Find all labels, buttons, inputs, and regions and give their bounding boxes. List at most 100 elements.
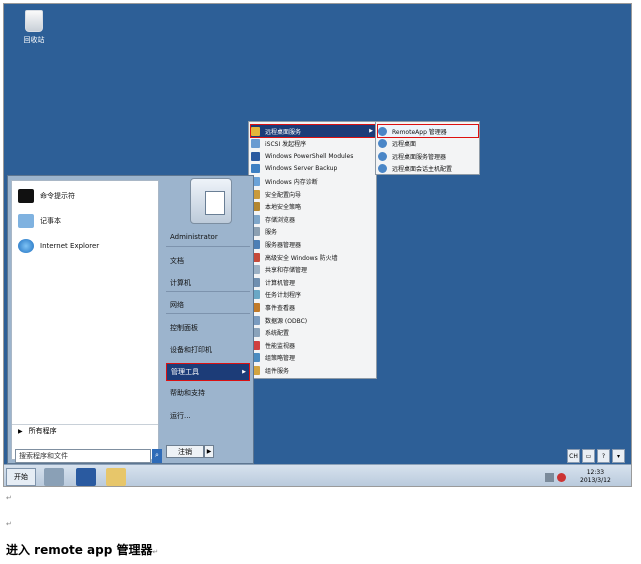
start-right-label: Administrator (170, 233, 218, 241)
start-right-label: 控制面板 (170, 324, 198, 332)
alert-icon[interactable] (557, 472, 566, 482)
paragraph-mark: ↵ (6, 520, 12, 528)
admin-tools-item[interactable]: 高级安全 Windows 防火墙 (251, 251, 375, 263)
clock[interactable]: 12:33 2013/3/12 (580, 469, 611, 485)
admin-tools-item[interactable]: 服务器管理器 (251, 238, 375, 250)
admin-tools-item[interactable]: 远程桌面服务 ▶ (250, 124, 376, 138)
admin-tools-label: 组策略管理 (265, 355, 296, 363)
start-right-item[interactable]: Administrator (166, 228, 250, 246)
admin-tools-label: 安全配置向导 (265, 191, 302, 199)
server-manager-icon[interactable] (44, 468, 64, 486)
start-right-item[interactable]: 帮助和支持 (166, 384, 250, 402)
system-tray: 12:33 2013/3/12 (545, 467, 631, 486)
start-right-item[interactable]: 管理工具 ▶ (166, 363, 250, 381)
separator (166, 291, 250, 292)
explorer-icon[interactable] (106, 468, 126, 486)
admin-tools-item[interactable]: 数据源 (ODBC) (251, 314, 375, 326)
notepad-icon (18, 214, 34, 228)
screenshot-frame: 回收站 远程桌面服务 ▶ iSCSI 发起程序 Windows PowerShell … (3, 3, 632, 487)
rds-submenu-item[interactable]: 远程桌面服务管理器 (378, 150, 478, 162)
user-avatar (190, 178, 232, 224)
shutdown-arrow-icon[interactable]: ▶ (204, 445, 214, 458)
desktop: 回收站 远程桌面服务 ▶ iSCSI 发起程序 Windows PowerShell … (4, 4, 631, 464)
rds-submenu-item[interactable]: RemoteApp 管理器 (377, 124, 479, 138)
admin-tools-label: 任务计划程序 (265, 292, 302, 300)
admin-tools-label: 数据源 (ODBC) (265, 317, 308, 325)
folder-icon (251, 126, 260, 136)
language-indicator[interactable]: CH (567, 449, 580, 463)
admin-tools-item[interactable]: Windows 内存诊断 (251, 175, 375, 187)
start-right-label: 管理工具 (171, 368, 199, 376)
start-button[interactable]: 开始 (6, 468, 36, 486)
ie-icon (18, 239, 34, 253)
start-right-label: 网络 (170, 301, 184, 309)
start-right-item[interactable]: 计算机 (166, 274, 250, 292)
admin-tools-item[interactable]: 计算机管理 (251, 276, 375, 288)
admin-tools-item[interactable]: Windows Server Backup (251, 163, 375, 175)
rds-submenu-label: RemoteApp 管理器 (392, 128, 447, 136)
start-right-item[interactable]: 设备和打印机 (166, 341, 250, 359)
rds-submenu: RemoteApp 管理器 远程桌面远程桌面服务管理器 远程桌面会话主机配置 (375, 121, 480, 175)
submenu-arrow-icon: ▶ (242, 369, 246, 375)
admin-tools-label: 事件查看器 (265, 304, 296, 312)
heading-text: 进入 remote app 管理器 (6, 543, 153, 557)
admin-tools-item[interactable]: iSCSI 发起程序 (251, 138, 375, 150)
rds-submenu-label: 远程桌面服务管理器 (392, 153, 447, 161)
help-icon[interactable]: ? (597, 449, 610, 463)
admin-tools-item[interactable]: Windows PowerShell Modules (251, 150, 375, 162)
admin-tools-item[interactable]: 组件服务 (251, 364, 375, 376)
admin-tools-item[interactable]: 性能监视器 (251, 339, 375, 351)
document-icon (205, 191, 225, 215)
pinned-ie[interactable]: Internet Explorer (18, 235, 99, 257)
network-icon[interactable] (545, 472, 554, 482)
taskbar: 开始 12:33 2013/3/12 (4, 464, 631, 486)
admin-tools-item[interactable]: 安全配置向导 (251, 188, 375, 200)
admin-tools-label: Windows PowerShell Modules (265, 152, 354, 160)
admin-tools-item[interactable]: 系统配置 (251, 327, 375, 339)
admin-tools-item[interactable]: 事件查看器 (251, 301, 375, 313)
document-heading: 进入 remote app 管理器↵ (6, 541, 158, 558)
options-icon[interactable]: ▾ (612, 449, 625, 463)
start-right-label: 运行... (170, 412, 191, 420)
admin-tools-item[interactable]: 存储浏览器 (251, 213, 375, 225)
clock-date: 2013/3/12 (580, 477, 611, 484)
rds-submenu-label: 远程桌面会话主机配置 (392, 166, 453, 174)
admin-tools-item[interactable]: 组策略管理 (251, 352, 375, 364)
pinned-label: 命令提示符 (40, 192, 75, 200)
start-right-item[interactable]: 控制面板 (166, 319, 250, 337)
shutdown-button[interactable]: 注销 (166, 445, 204, 458)
admin-tools-label: 计算机管理 (265, 279, 296, 287)
all-programs[interactable]: ▶ 所有程序 (12, 424, 158, 437)
search-input[interactable]: 搜索程序和文件 (15, 449, 151, 463)
admin-tools-item[interactable]: 任务计划程序 (251, 289, 375, 301)
recycle-bin-icon (25, 10, 43, 32)
admin-tools-label: 性能监视器 (265, 342, 296, 350)
keyboard-icon[interactable]: ▭ (582, 449, 595, 463)
admin-tools-item[interactable]: 服务 (251, 226, 375, 238)
admin-tools-label: 组件服务 (265, 367, 290, 375)
admin-tools-item[interactable]: 共享和存储管理 (251, 264, 375, 276)
rds-submenu-label: 远程桌面 (392, 141, 417, 149)
rds-submenu-item[interactable]: 远程桌面 (378, 138, 478, 150)
cmd-icon (18, 189, 34, 203)
start-right-item[interactable]: 网络 (166, 296, 250, 314)
recycle-bin[interactable]: 回收站 (12, 10, 56, 45)
triangle-right-icon: ▶ (18, 427, 23, 435)
pinned-cmd[interactable]: 命令提示符 (18, 185, 75, 207)
search-icon[interactable]: ⌕ (152, 449, 162, 463)
start-right-item[interactable]: 文档 (166, 252, 250, 270)
admin-tools-item[interactable]: 本地安全策略 (251, 201, 375, 213)
tray-buttons: CH ▭ ? ▾ (567, 449, 625, 463)
admin-tools-label: 服务 (265, 229, 278, 237)
admin-tools-label: 本地安全策略 (265, 204, 302, 212)
start-right-label: 设备和打印机 (170, 346, 212, 354)
all-programs-label: 所有程序 (28, 427, 57, 435)
remote-desktop-icon (378, 126, 387, 136)
powershell-icon[interactable] (76, 468, 96, 486)
separator (166, 313, 250, 314)
remote-desktop-icon (378, 139, 387, 149)
start-right-item[interactable]: 运行... (166, 407, 250, 425)
start-left-pane: 命令提示符 记事本 Internet Explorer ▶ 所有程序 搜索程序和… (11, 180, 162, 463)
pinned-notepad[interactable]: 记事本 (18, 210, 61, 232)
rds-submenu-item[interactable]: 远程桌面会话主机配置 (378, 163, 478, 175)
